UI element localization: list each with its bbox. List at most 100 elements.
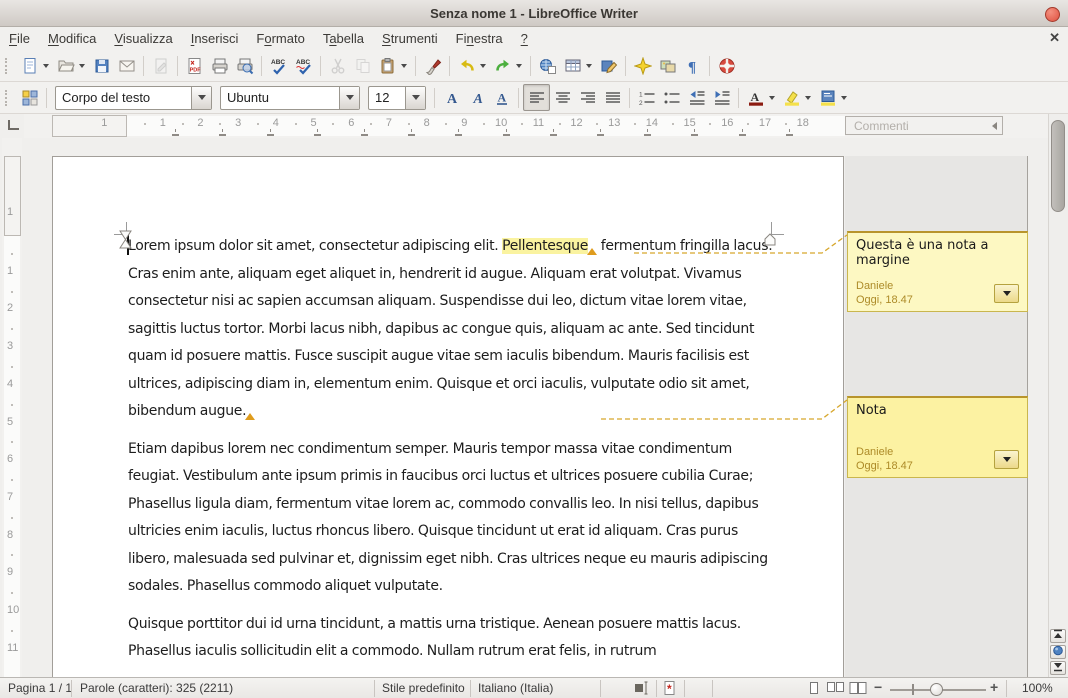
save-button[interactable] (89, 53, 114, 78)
undo-button[interactable] (454, 53, 479, 78)
paragraph-style-dropdown-icon[interactable] (191, 87, 211, 109)
previous-page-button[interactable] (1050, 629, 1066, 643)
close-icon[interactable]: ✕ (1049, 30, 1060, 46)
font-size-value[interactable]: 12 (369, 90, 405, 105)
decrease-indent-button[interactable] (684, 85, 709, 110)
language-status[interactable]: Italiano (Italia) (478, 681, 553, 695)
comment-text[interactable]: Questa è una nota a margine (848, 233, 1027, 273)
comment-menu-button[interactable] (994, 284, 1019, 303)
menu-visualizza[interactable]: Visualizza (105, 27, 181, 50)
paste-button[interactable] (375, 53, 400, 78)
undo-dropdown-icon[interactable] (480, 64, 486, 68)
paragraph-style-combo[interactable]: Corpo del testo (55, 86, 212, 110)
font-name-dropdown-icon[interactable] (339, 87, 359, 109)
clone-formatting-button[interactable] (420, 53, 445, 78)
navigation-button[interactable] (1050, 645, 1066, 659)
redo-dropdown-icon[interactable] (516, 64, 522, 68)
window-menu-button[interactable] (1045, 7, 1060, 22)
numbered-list-button[interactable]: 12 (634, 85, 659, 110)
formatting-marks-button[interactable]: ¶ (680, 53, 705, 78)
justify-button[interactable] (600, 85, 625, 110)
font-name-value[interactable]: Ubuntu (221, 90, 339, 105)
font-color-dropdown-icon[interactable] (769, 96, 775, 100)
toolbar-grip[interactable] (5, 90, 11, 106)
body-text[interactable]: Lorem ipsum dolor sit amet, consectetur … (128, 238, 502, 254)
italic-button[interactable]: A (464, 85, 489, 110)
body-text[interactable]: Etiam dapibus lorem nec condimentum semp… (128, 441, 768, 595)
body-text[interactable]: fermentum fringilla lacus. Cras enim ant… (128, 238, 772, 419)
styles-panel-button[interactable] (17, 85, 42, 110)
bold-button[interactable]: A (439, 85, 464, 110)
background-color-button[interactable] (815, 85, 840, 110)
menu-finestra[interactable]: Finestra (447, 27, 512, 50)
comment-2[interactable]: NotaDanieleOggi, 18.47 (847, 396, 1028, 478)
hyperlink-button[interactable] (535, 53, 560, 78)
paragraph[interactable]: Quisque porttitor dui id urna tincidunt,… (128, 611, 774, 666)
zoom-slider-handle[interactable] (930, 683, 943, 696)
book-view-icon[interactable] (848, 680, 868, 698)
bullet-list-button[interactable] (659, 85, 684, 110)
menu-strumenti[interactable]: Strumenti (373, 27, 447, 50)
document-text[interactable]: Lorem ipsum dolor sit amet, consectetur … (128, 233, 774, 676)
open-dropdown-icon[interactable] (79, 64, 85, 68)
paragraph[interactable]: Etiam dapibus lorem nec condimentum semp… (128, 436, 774, 601)
page-style-status[interactable]: Stile predefinito (382, 681, 465, 695)
navigator-button[interactable] (630, 53, 655, 78)
background-color-dropdown-icon[interactable] (841, 96, 847, 100)
document-modified-icon[interactable]: * (661, 680, 679, 698)
new-document-button[interactable] (17, 53, 42, 78)
page-number-status[interactable]: Pagina 1 / 1 (8, 681, 72, 695)
new-document-dropdown-icon[interactable] (43, 64, 49, 68)
word-count-status[interactable]: Parole (caratteri): 325 (2211) (80, 681, 233, 695)
font-size-dropdown-icon[interactable] (405, 87, 425, 109)
highlight-color-dropdown-icon[interactable] (805, 96, 811, 100)
comments-ruler-button[interactable]: Commenti (845, 116, 1003, 135)
menu-inserisci[interactable]: Inserisci (182, 27, 248, 50)
comment-highlighted-text[interactable]: Pellentesque (502, 238, 588, 254)
export-pdf-button[interactable]: PDF (182, 53, 207, 78)
table-button[interactable] (560, 53, 585, 78)
email-button[interactable] (114, 53, 139, 78)
menu-?[interactable]: ? (512, 27, 537, 50)
align-left-button[interactable] (523, 84, 550, 111)
comment-anchor-icon[interactable] (245, 413, 255, 420)
paragraph[interactable]: Lorem ipsum dolor sit amet, consectetur … (128, 233, 774, 426)
print-button[interactable] (207, 53, 232, 78)
scrollbar-thumb[interactable] (1051, 120, 1065, 212)
next-page-button[interactable] (1050, 661, 1066, 675)
print-preview-button[interactable] (232, 53, 257, 78)
redo-button[interactable] (490, 53, 515, 78)
zoom-percent-status[interactable]: 100% (1022, 681, 1053, 695)
menu-file[interactable]: File (0, 27, 39, 50)
font-color-button[interactable]: A (743, 85, 768, 110)
help-button[interactable] (714, 53, 739, 78)
insert-mode-icon[interactable] (633, 680, 651, 698)
underline-button[interactable]: A (489, 85, 514, 110)
zoom-out-button[interactable]: − (874, 679, 882, 695)
highlight-color-button[interactable] (779, 85, 804, 110)
comment-anchor-icon[interactable] (587, 248, 597, 255)
collapse-comments-icon[interactable] (992, 122, 997, 130)
gallery-button[interactable] (655, 53, 680, 78)
align-center-button[interactable] (550, 85, 575, 110)
body-text[interactable]: Quisque porttitor dui id urna tincidunt,… (128, 616, 741, 660)
font-size-combo[interactable]: 12 (368, 86, 426, 110)
right-indent-marker[interactable] (764, 233, 776, 251)
comment-1[interactable]: Questa è una nota a margineDanieleOggi, … (847, 231, 1028, 312)
auto-spellcheck-button[interactable]: ABC (291, 53, 316, 78)
document-page[interactable]: Lorem ipsum dolor sit amet, consectetur … (52, 156, 844, 677)
comment-menu-button[interactable] (994, 450, 1019, 469)
align-right-button[interactable] (575, 85, 600, 110)
spelling-button[interactable]: ABC (266, 53, 291, 78)
paragraph-style-value[interactable]: Corpo del testo (56, 90, 191, 105)
toolbar-grip[interactable] (5, 58, 11, 74)
multi-page-view-icon[interactable] (826, 680, 846, 698)
comment-text[interactable]: Nota (848, 398, 1027, 423)
menu-modifica[interactable]: Modifica (39, 27, 105, 50)
zoom-in-button[interactable]: + (990, 679, 998, 695)
menu-formato[interactable]: Formato (247, 27, 313, 50)
open-button[interactable] (53, 53, 78, 78)
increase-indent-button[interactable] (709, 85, 734, 110)
single-page-view-icon[interactable] (806, 680, 822, 698)
table-dropdown-icon[interactable] (586, 64, 592, 68)
